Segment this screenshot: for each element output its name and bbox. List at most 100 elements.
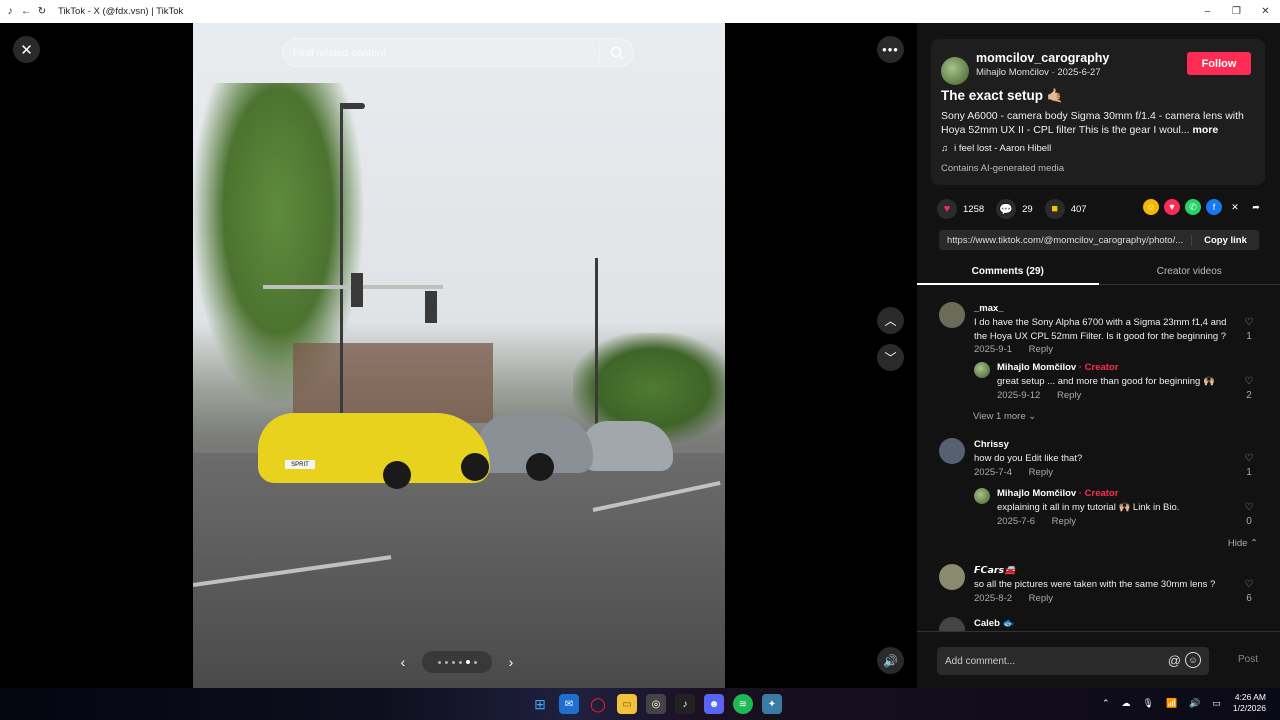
wifi-icon[interactable]: 📶	[1166, 698, 1177, 709]
share-row: ☺ ▼ ✆ f ✕ ➦	[1143, 199, 1264, 215]
view-more-replies[interactable]: View 1 more ⌄	[973, 411, 1036, 422]
tiktok-app-icon[interactable]: ♪	[675, 694, 695, 714]
send-to-friend-icon[interactable]: ▼	[1164, 199, 1180, 215]
comment-like[interactable]: ♡ 6	[1242, 579, 1256, 604]
reply-author[interactable]: Mihajlo Momčilov · Creator	[997, 488, 1118, 499]
building	[293, 343, 493, 423]
post-comment-button[interactable]: Post	[1238, 654, 1258, 665]
author-avatar[interactable]	[941, 57, 969, 85]
reply-author-name[interactable]: Mihajlo Momčilov	[997, 488, 1076, 499]
music-row[interactable]: ♫ i feel lost - Aaron Hibell	[941, 143, 1051, 154]
opera-icon[interactable]: ◯	[588, 694, 608, 714]
pager-dot[interactable]	[458, 660, 462, 664]
more-link[interactable]: more	[1193, 124, 1219, 136]
reply-like[interactable]: ♡ 2	[1242, 376, 1256, 401]
next-photo-button[interactable]: ›	[500, 651, 522, 673]
spotify-icon[interactable]: ≋	[733, 694, 753, 714]
commenter-avatar[interactable]	[939, 617, 965, 631]
creator-avatar[interactable]	[974, 488, 990, 504]
clock[interactable]: 4:26 AM 1/2/2026	[1233, 692, 1266, 714]
follow-button[interactable]: Follow	[1187, 52, 1251, 75]
facebook-icon[interactable]: f	[1206, 199, 1222, 215]
search-input[interactable]: Find related content	[293, 47, 386, 59]
comment-like[interactable]: ♡ 1	[1242, 453, 1256, 478]
reply-button[interactable]: Reply	[1029, 467, 1053, 478]
comment-like[interactable]: ♡ 1	[1242, 317, 1256, 342]
close-window-icon[interactable]: ✕	[1251, 0, 1280, 23]
microphone-icon[interactable]: 🎙	[1143, 698, 1154, 709]
author-username[interactable]: momcilov_carography	[976, 51, 1109, 65]
tab-creator-videos[interactable]: Creator videos	[1098, 261, 1280, 285]
outlook-icon[interactable]: ✉	[559, 694, 579, 714]
close-button[interactable]: ✕	[13, 36, 40, 63]
discord-icon[interactable]: ☻	[704, 694, 724, 714]
comment-button[interactable]: 💬 29	[996, 199, 1033, 219]
hide-replies-button[interactable]: Hide ⌃	[1228, 538, 1258, 549]
commenter-name[interactable]: _max_	[974, 303, 1004, 314]
post-photo[interactable]: SPRIT	[193, 23, 725, 688]
reply-button[interactable]: Reply	[1052, 516, 1076, 527]
comment-like-count: 6	[1246, 593, 1252, 604]
commenter-name[interactable]: 𝙁𝘾𝙖𝙧𝙨🚘	[974, 565, 1016, 576]
creator-avatar[interactable]	[974, 362, 990, 378]
commenter-avatar[interactable]	[939, 302, 965, 328]
chrome-icon[interactable]: ◎	[646, 694, 666, 714]
pager-dot[interactable]	[473, 660, 477, 664]
emoji-icon[interactable]: ☺	[1185, 652, 1201, 668]
pager-dot[interactable]	[444, 660, 448, 664]
save-button[interactable]: ■ 407	[1044, 199, 1087, 219]
copy-link-button[interactable]: Copy link	[1191, 234, 1259, 246]
volume-button[interactable]: 🔊	[877, 647, 904, 674]
clock-date: 1/2/2026	[1232, 703, 1266, 713]
reply-like[interactable]: ♡ 0	[1242, 502, 1256, 527]
search-divider	[599, 45, 600, 61]
search-icon[interactable]	[609, 45, 625, 61]
windows-start-icon[interactable]: ⊞	[530, 694, 550, 714]
search-bar[interactable]: Find related content	[282, 38, 634, 67]
reply-button[interactable]: Reply	[1057, 390, 1081, 401]
post-title: The exact setup 🤙🏼	[941, 88, 1064, 103]
prev-photo-button[interactable]: ‹	[392, 651, 414, 673]
comment-count: 29	[1022, 203, 1033, 215]
like-button[interactable]: ♥ 1258	[937, 199, 984, 219]
reply-button[interactable]: Reply	[1029, 593, 1053, 604]
comment-text: I do have the Sony Alpha 6700 with a Sig…	[974, 317, 1227, 342]
pager-dot[interactable]	[437, 660, 441, 664]
reply-author-name[interactable]: Mihajlo Momčilov	[997, 362, 1076, 373]
view-more-label[interactable]: View 1 more	[973, 411, 1026, 422]
minimize-icon[interactable]: –	[1193, 0, 1222, 23]
whatsapp-icon[interactable]: ✆	[1185, 199, 1201, 215]
commenter-avatar[interactable]	[939, 564, 965, 590]
comment-input-bar: Add comment... @ ☺ Post	[917, 631, 1280, 688]
more-options-button[interactable]: •••	[877, 36, 904, 63]
pager-dot-active[interactable]	[465, 660, 470, 664]
comment-input[interactable]: Add comment... @ ☺	[937, 647, 1209, 675]
system-tray: ⌃ ☁ 🎙 📶 🔊 ▭ 4:26 AM 1/2/2026	[1102, 692, 1266, 714]
show-hidden-icons-icon[interactable]: ⌃	[1102, 698, 1110, 709]
commenter-name[interactable]: Chrissy	[974, 439, 1009, 450]
x-icon[interactable]: ✕	[1227, 199, 1243, 215]
battery-icon[interactable]: ▭	[1212, 698, 1221, 709]
reply-button[interactable]: Reply	[1029, 344, 1053, 355]
file-explorer-icon[interactable]: ▭	[617, 694, 637, 714]
next-post-button[interactable]: ﹀	[877, 344, 904, 371]
share-icon[interactable]: ➦	[1248, 199, 1264, 215]
reload-icon[interactable]: ↻	[36, 6, 48, 18]
commenter-avatar[interactable]	[939, 438, 965, 464]
restore-icon[interactable]: ❐	[1222, 0, 1251, 23]
tab-comments[interactable]: Comments (29)	[917, 261, 1099, 285]
reply-text: explaining it all in my tutorial 🙌🏼 Link…	[997, 502, 1180, 513]
back-icon[interactable]: ←	[20, 6, 32, 18]
hide-label[interactable]: Hide	[1228, 538, 1248, 549]
pager-dot[interactable]	[451, 660, 455, 664]
onedrive-icon[interactable]: ☁	[1122, 698, 1131, 709]
music-title[interactable]: i feel lost - Aaron Hibell	[954, 143, 1051, 154]
mention-icon[interactable]: @	[1168, 653, 1181, 668]
volume-icon[interactable]: 🔊	[1189, 698, 1200, 709]
traffic-light-2	[351, 273, 363, 307]
reply-author[interactable]: Mihajlo Momčilov · Creator	[997, 362, 1118, 373]
game-app-icon[interactable]: ✦	[762, 694, 782, 714]
commenter-name[interactable]: Caleb 🐟	[974, 618, 1014, 629]
previous-post-button[interactable]: ︿	[877, 307, 904, 334]
embed-icon[interactable]: ☺	[1143, 199, 1159, 215]
